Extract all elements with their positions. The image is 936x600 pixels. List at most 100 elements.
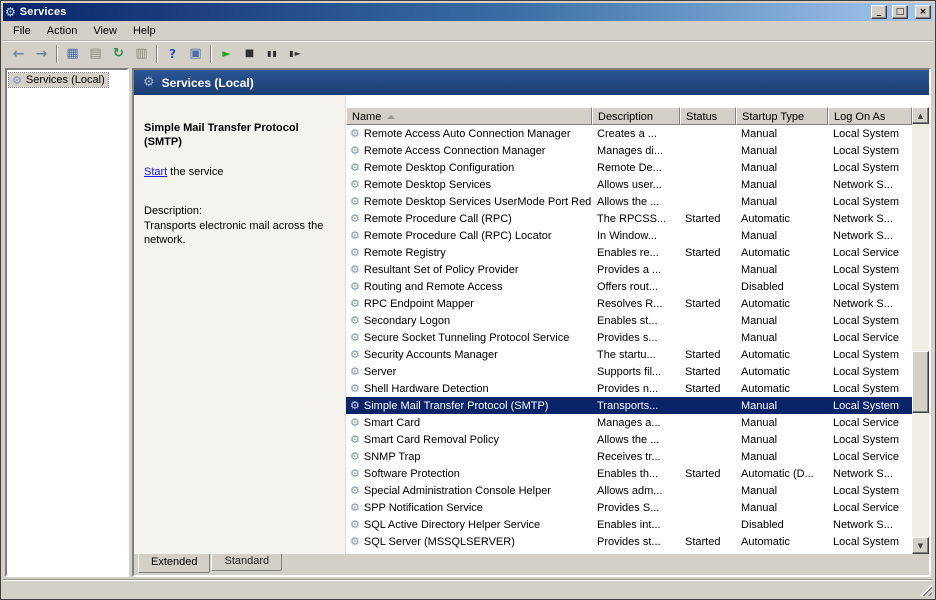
service-name: Special Administration Console Helper bbox=[364, 485, 551, 497]
restart-service-button[interactable]: ▮► bbox=[284, 43, 307, 65]
service-row[interactable]: ⚙ Secondary Logon Enables st... Manual L… bbox=[346, 312, 912, 329]
scroll-up-button[interactable]: ▲ bbox=[912, 107, 929, 124]
service-row[interactable]: ⚙ Remote Access Connection Manager Manag… bbox=[346, 142, 912, 159]
service-row[interactable]: ⚙ Remote Desktop Services Allows user...… bbox=[346, 176, 912, 193]
service-name: Remote Procedure Call (RPC) Locator bbox=[364, 230, 552, 242]
menu-file[interactable]: File bbox=[5, 23, 39, 39]
maximize-button[interactable]: □ bbox=[892, 5, 908, 19]
service-gear-icon: ⚙ bbox=[350, 417, 360, 428]
service-row[interactable]: ⚙ Software Protection Enables th... Star… bbox=[346, 465, 912, 482]
tab-standard[interactable]: Standard bbox=[211, 554, 282, 571]
service-name: Software Protection bbox=[364, 468, 460, 480]
service-log-on-as: Local System bbox=[828, 434, 912, 446]
service-log-on-as: Local Service bbox=[828, 502, 912, 514]
service-row[interactable]: ⚙ SNMP Trap Receives tr... Manual Local … bbox=[346, 448, 912, 465]
close-icon: × bbox=[919, 8, 927, 17]
service-row[interactable]: ⚙ Smart Card Removal Policy Allows the .… bbox=[346, 431, 912, 448]
tree-item-services-local[interactable]: ⚙ Services (Local) bbox=[9, 73, 108, 87]
service-row[interactable]: ⚙ Secure Socket Tunneling Protocol Servi… bbox=[346, 329, 912, 346]
service-gear-icon: ⚙ bbox=[350, 468, 360, 479]
service-description: Offers rout... bbox=[592, 281, 680, 293]
tab-extended[interactable]: Extended bbox=[138, 554, 210, 573]
service-row[interactable]: ⚙ Smart Card Manages a... Manual Local S… bbox=[346, 414, 912, 431]
resize-grip-icon[interactable] bbox=[919, 583, 932, 596]
service-name-cell: ⚙ Secure Socket Tunneling Protocol Servi… bbox=[346, 332, 592, 344]
toolbar-separator bbox=[56, 45, 58, 63]
service-log-on-as: Local Service bbox=[828, 332, 912, 344]
service-gear-icon: ⚙ bbox=[350, 383, 360, 394]
stop-service-button[interactable]: ■ bbox=[238, 43, 261, 65]
properties-button[interactable]: ▤ bbox=[84, 43, 107, 65]
service-row[interactable]: ⚙ Shell Hardware Detection Provides n...… bbox=[346, 380, 912, 397]
services-table: Name Description Status Startup Type Log… bbox=[346, 107, 912, 554]
column-header-description[interactable]: Description bbox=[592, 107, 680, 125]
column-header-startup-type[interactable]: Startup Type bbox=[736, 107, 828, 125]
close-button[interactable]: × bbox=[915, 5, 931, 19]
column-header-name[interactable]: Name bbox=[346, 107, 592, 125]
back-button[interactable]: ← bbox=[7, 43, 30, 65]
service-row[interactable]: ⚙ RPC Endpoint Mapper Resolves R... Star… bbox=[346, 295, 912, 312]
service-startup-type: Automatic bbox=[736, 247, 828, 259]
service-description: Manages a... bbox=[592, 417, 680, 429]
service-row[interactable]: ⚙ Security Accounts Manager The startu..… bbox=[346, 346, 912, 363]
vertical-scrollbar[interactable]: ▲ ▼ bbox=[912, 107, 929, 554]
service-gear-icon: ⚙ bbox=[350, 281, 360, 292]
export-list-button[interactable]: ▥ bbox=[130, 43, 153, 65]
service-name-cell: ⚙ Smart Card bbox=[346, 417, 592, 429]
service-row[interactable]: ⚙ Remote Desktop Services UserMode Port … bbox=[346, 193, 912, 210]
refresh-button[interactable]: ↻ bbox=[107, 43, 130, 65]
menu-help[interactable]: Help bbox=[125, 23, 164, 39]
service-row[interactable]: ⚙ Special Administration Console Helper … bbox=[346, 482, 912, 499]
service-gear-icon: ⚙ bbox=[350, 230, 360, 241]
service-row[interactable]: ⚙ Simple Mail Transfer Protocol (SMTP) T… bbox=[346, 397, 912, 414]
pause-service-button[interactable]: ▮▮ bbox=[261, 43, 284, 65]
service-description: Supports fil... bbox=[592, 366, 680, 378]
service-name-cell: ⚙ Routing and Remote Access bbox=[346, 281, 592, 293]
service-row[interactable]: ⚙ Remote Desktop Configuration Remote De… bbox=[346, 159, 912, 176]
service-name: Secondary Logon bbox=[364, 315, 450, 327]
scrollbar-track[interactable] bbox=[912, 124, 929, 537]
service-log-on-as: Local System bbox=[828, 315, 912, 327]
service-log-on-as: Network S... bbox=[828, 179, 912, 191]
help-button[interactable]: ? bbox=[161, 43, 184, 65]
service-description: Provides n... bbox=[592, 383, 680, 395]
stop-service-icon: ■ bbox=[245, 48, 254, 59]
service-row[interactable]: ⚙ Resultant Set of Policy Provider Provi… bbox=[346, 261, 912, 278]
service-name-cell: ⚙ Remote Registry bbox=[346, 247, 592, 259]
service-row[interactable]: ⚙ Remote Access Auto Connection Manager … bbox=[346, 125, 912, 142]
service-gear-icon: ⚙ bbox=[350, 264, 360, 275]
start-service-line: Start the service bbox=[134, 150, 345, 178]
service-name: Routing and Remote Access bbox=[364, 281, 503, 293]
start-service-button[interactable]: ► bbox=[215, 43, 238, 65]
column-header-status[interactable]: Status bbox=[680, 107, 736, 125]
scroll-down-button[interactable]: ▼ bbox=[912, 537, 929, 554]
service-startup-type: Manual bbox=[736, 128, 828, 140]
column-header-log-on-as[interactable]: Log On As bbox=[828, 107, 912, 125]
title-bar[interactable]: ⚙ Services _ □ × bbox=[3, 3, 933, 21]
service-description: Provides S... bbox=[592, 502, 680, 514]
service-row[interactable]: ⚙ SPP Notification Service Provides S...… bbox=[346, 499, 912, 516]
start-service-link[interactable]: Start bbox=[144, 166, 167, 178]
service-gear-icon: ⚙ bbox=[350, 179, 360, 190]
console-window-button[interactable]: ▣ bbox=[184, 43, 207, 65]
status-bar bbox=[3, 579, 933, 597]
service-row[interactable]: ⚙ Remote Procedure Call (RPC) The RPCSS.… bbox=[346, 210, 912, 227]
service-row[interactable]: ⚙ Routing and Remote Access Offers rout.… bbox=[346, 278, 912, 295]
export-list-icon: ▥ bbox=[135, 46, 147, 61]
service-description: Enables st... bbox=[592, 315, 680, 327]
service-row[interactable]: ⚙ SQL Active Directory Helper Service En… bbox=[346, 516, 912, 533]
services-list-area: Name Description Status Startup Type Log… bbox=[346, 95, 929, 554]
service-startup-type: Manual bbox=[736, 264, 828, 276]
service-startup-type: Manual bbox=[736, 145, 828, 157]
menu-action[interactable]: Action bbox=[39, 23, 86, 39]
minimize-button[interactable]: _ bbox=[871, 5, 887, 19]
service-row[interactable]: ⚙ Remote Registry Enables re... Started … bbox=[346, 244, 912, 261]
service-row[interactable]: ⚙ Server Supports fil... Started Automat… bbox=[346, 363, 912, 380]
service-row[interactable]: ⚙ SQL Server (MSSQLSERVER) Provides st..… bbox=[346, 533, 912, 550]
forward-button[interactable]: → bbox=[30, 43, 53, 65]
menu-view[interactable]: View bbox=[85, 23, 125, 39]
show-console-tree-button[interactable]: ▦ bbox=[61, 43, 84, 65]
scrollbar-thumb[interactable] bbox=[912, 351, 929, 413]
console-tree-icon: ▦ bbox=[66, 46, 78, 61]
service-row[interactable]: ⚙ Remote Procedure Call (RPC) Locator In… bbox=[346, 227, 912, 244]
